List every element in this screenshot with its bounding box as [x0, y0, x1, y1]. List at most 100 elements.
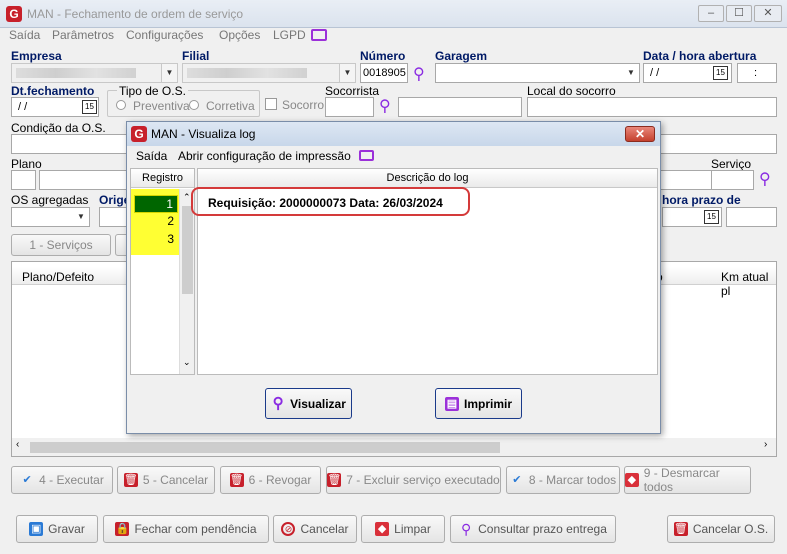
prazo-hora-input[interactable]	[726, 207, 777, 227]
lock-icon: 🔒	[115, 522, 130, 536]
dialog-close-button[interactable]: ✕	[625, 126, 655, 142]
monitor-icon[interactable]	[359, 150, 374, 161]
search-icon[interactable]: ⚲	[379, 96, 391, 116]
dialog-titlebar: G MAN - Visualiza log ✕	[127, 122, 660, 146]
marcar-todos-button[interactable]: ✔ 8 - Marcar todos	[506, 466, 620, 494]
chevron-left-icon[interactable]: ‹	[16, 439, 19, 450]
dt-fechamento-value: / /	[18, 101, 28, 113]
consultar-prazo-button[interactable]: ⚲ Consultar prazo entrega	[450, 515, 616, 543]
data-abertura-input[interactable]: / / 15	[643, 63, 732, 83]
calendar-icon[interactable]: 15	[704, 210, 719, 224]
hora-abertura-input[interactable]: :	[737, 63, 777, 83]
col-km-atual[interactable]: Km atual pl	[721, 270, 776, 298]
limpar-button[interactable]: ◆ Limpar	[361, 515, 445, 543]
search-icon[interactable]: ⚲	[759, 169, 771, 189]
registro-row-3[interactable]: 3	[134, 231, 178, 249]
dt-fechamento-input[interactable]: / / 15	[11, 97, 99, 117]
empresa-select[interactable]: ▼	[11, 63, 178, 83]
cancel-icon: ⊘	[281, 522, 296, 536]
menu-opcoes[interactable]: Opções	[219, 28, 260, 42]
servico-input[interactable]	[711, 170, 754, 190]
tab-servicos[interactable]: 1 - Serviços	[11, 234, 111, 256]
menu-lgpd[interactable]: LGPD	[273, 28, 306, 42]
excluir-servico-button[interactable]: 🗑 7 - Excluir serviço executado	[326, 466, 501, 494]
check-icon: ✔	[512, 474, 522, 486]
imprimir-button[interactable]: ▤ Imprimir	[435, 388, 522, 419]
checkbox-socorro[interactable]	[265, 98, 277, 110]
menu-configuracoes[interactable]: Configurações	[126, 28, 203, 42]
scrollbar-thumb[interactable]	[30, 442, 500, 453]
calendar-icon[interactable]: 15	[82, 100, 97, 114]
radio-preventiva[interactable]	[116, 100, 126, 110]
imprimir-label: Imprimir	[463, 396, 512, 411]
col-registro[interactable]: Registro	[131, 169, 194, 188]
socorrista-input[interactable]	[325, 97, 374, 117]
dialog-menu-abrir-config[interactable]: Abrir configuração de impressão	[178, 149, 351, 163]
chevron-down-icon[interactable]: ⌄	[183, 357, 191, 368]
monitor-icon[interactable]	[311, 29, 327, 41]
menu-parametros[interactable]: Parâmetros	[52, 28, 114, 42]
registro-row-1[interactable]: 1	[134, 195, 178, 213]
prazo-entrega-input[interactable]: 15	[662, 207, 722, 227]
maximize-button[interactable]: ☐	[726, 5, 752, 22]
numero-input[interactable]: 0018905	[360, 63, 408, 83]
minimize-button[interactable]: –	[698, 5, 724, 22]
horizontal-scrollbar[interactable]: ‹ ›	[12, 438, 776, 456]
dialog-menu-saida[interactable]: Saída	[136, 149, 167, 163]
chevron-down-icon[interactable]: ▼	[161, 64, 177, 82]
search-icon[interactable]: ⚲	[413, 64, 425, 84]
cancelar-label: Cancelar	[300, 522, 349, 536]
revogar-label: 6 - Revogar	[248, 473, 312, 487]
executar-button[interactable]: ✔ 4 - Executar	[11, 466, 113, 494]
chevron-down-icon[interactable]: ▼	[623, 64, 639, 82]
filial-select[interactable]: ▼	[182, 63, 356, 83]
cancelar-os-button[interactable]: 🗑 Cancelar O.S.	[667, 515, 775, 543]
check-icon: ✔	[22, 474, 32, 486]
label-socorro: Socorro	[282, 98, 325, 112]
os-agregadas-select[interactable]: ▼	[11, 207, 90, 227]
redacted-value	[16, 68, 136, 78]
visualiza-log-dialog: G MAN - Visualiza log ✕ Saída Abrir conf…	[126, 121, 661, 434]
fechar-pendencia-label: Fechar com pendência	[134, 522, 257, 536]
label-preventiva: Preventiva	[133, 99, 190, 113]
cancelar-servico-button[interactable]: 🗑 5 - Cancelar	[117, 466, 215, 494]
socorrista-name-input[interactable]	[398, 97, 522, 117]
chevron-up-icon[interactable]: ⌃	[183, 192, 191, 203]
close-button[interactable]: ✕	[754, 5, 782, 22]
trash-icon: 🗑	[673, 522, 688, 536]
origem-input[interactable]	[99, 207, 129, 227]
col-plano-defeito[interactable]: Plano/Defeito	[22, 270, 94, 284]
garagem-select[interactable]: ▼	[435, 63, 640, 83]
redacted-value	[187, 68, 307, 78]
visualizar-button[interactable]: ⚲ Visualizar	[265, 388, 352, 419]
col-descricao[interactable]: Descrição do log	[198, 169, 657, 188]
revogar-button[interactable]: 🗑 6 - Revogar	[220, 466, 321, 494]
registro-grid[interactable]: Registro 1 2 3 ⌃ ⌄	[130, 168, 195, 375]
menu-saida[interactable]: Saída	[9, 28, 40, 42]
printer-icon: ▤	[444, 396, 459, 411]
fechar-pendencia-button[interactable]: 🔒 Fechar com pendência	[103, 515, 269, 543]
label-corretiva: Corretiva	[206, 99, 255, 113]
eraser-icon: ◆	[375, 522, 390, 536]
local-socorro-input[interactable]	[527, 97, 777, 117]
scrollbar-thumb[interactable]	[182, 206, 193, 294]
cancelar-os-label: Cancelar O.S.	[692, 522, 769, 536]
plano-code-input[interactable]	[11, 170, 36, 190]
label-tipo-os: Tipo de O.S.	[117, 84, 188, 98]
chevron-down-icon[interactable]: ▼	[73, 208, 89, 226]
dialog-title: MAN - Visualiza log	[151, 127, 256, 141]
visualizar-label: Visualizar	[290, 396, 346, 411]
label-servico: Serviço	[711, 157, 752, 171]
desmarcar-todos-button[interactable]: ◆ 9 - Desmarcar todos	[624, 466, 751, 494]
tab-servicos-label: 1 - Serviços	[29, 238, 93, 252]
chevron-down-icon[interactable]: ▼	[339, 64, 355, 82]
chevron-right-icon[interactable]: ›	[764, 439, 767, 450]
gravar-label: Gravar	[48, 522, 85, 536]
cancelar-button[interactable]: ⊘ Cancelar	[273, 515, 357, 543]
registro-row-2[interactable]: 2	[134, 213, 178, 231]
radio-corretiva[interactable]	[189, 100, 199, 110]
calendar-icon[interactable]: 15	[713, 66, 728, 80]
registro-vertical-scrollbar[interactable]: ⌃ ⌄	[179, 189, 194, 374]
gravar-button[interactable]: ▣ Gravar	[16, 515, 98, 543]
marcar-todos-label: 8 - Marcar todos	[528, 473, 617, 487]
